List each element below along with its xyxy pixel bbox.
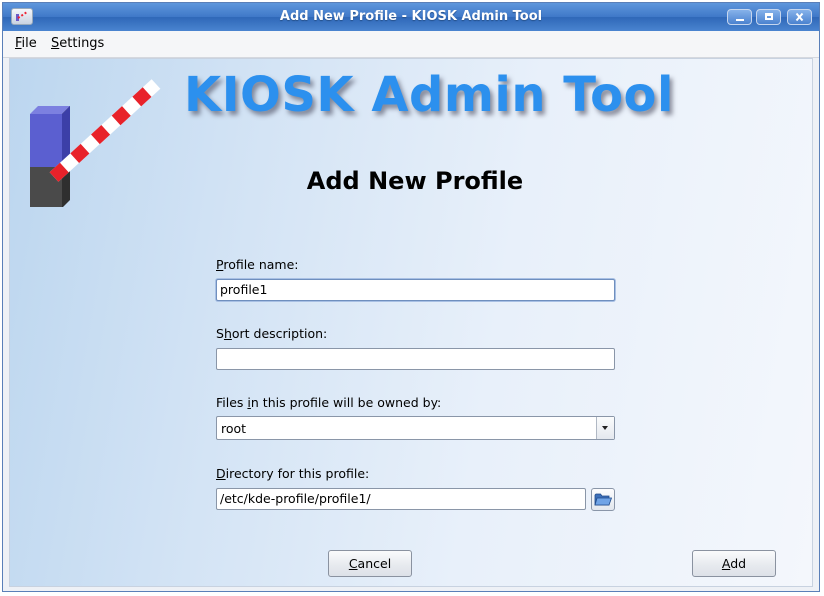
add-button[interactable]: Add [692,550,776,577]
banner-title: KIOSK Admin Tool [184,67,674,123]
directory-input[interactable]: /etc/kde-profile/profile1/ [216,488,586,510]
owner-select-value: root [221,421,247,436]
minimize-icon [736,19,744,21]
close-icon [795,12,804,22]
page-heading: Add New Profile [306,167,524,195]
short-description-label: Short description: [216,326,328,341]
title-bar[interactable]: Add New Profile - KIOSK Admin Tool [3,3,819,31]
close-button[interactable] [787,9,812,25]
menu-bar: File Settings [3,31,819,58]
chevron-down-icon [602,426,608,430]
cancel-button[interactable]: Cancel [328,550,412,577]
maximize-button[interactable] [756,9,781,25]
minimize-button[interactable] [727,9,752,25]
menu-settings[interactable]: Settings [51,36,104,51]
maximize-icon [765,13,773,20]
folder-open-icon [594,493,613,506]
owner-label: Files in this profile will be owned by: [216,395,442,410]
owner-select-dropdown-button[interactable] [596,417,614,439]
owner-select[interactable]: root [216,416,615,440]
window-title: Add New Profile - KIOSK Admin Tool [279,9,543,24]
directory-label: Directory for this profile: [216,466,370,481]
main-window: Add New Profile - KIOSK Admin Tool File … [2,2,820,592]
menu-file[interactable]: File [15,36,37,51]
profile-name-label: Profile name: [216,257,299,272]
profile-name-input[interactable]: profile1 [216,279,615,301]
short-description-input[interactable] [216,348,615,370]
content-area: KIOSK Admin Tool Add New Profile Profile… [9,58,813,587]
browse-directory-button[interactable] [591,488,615,511]
